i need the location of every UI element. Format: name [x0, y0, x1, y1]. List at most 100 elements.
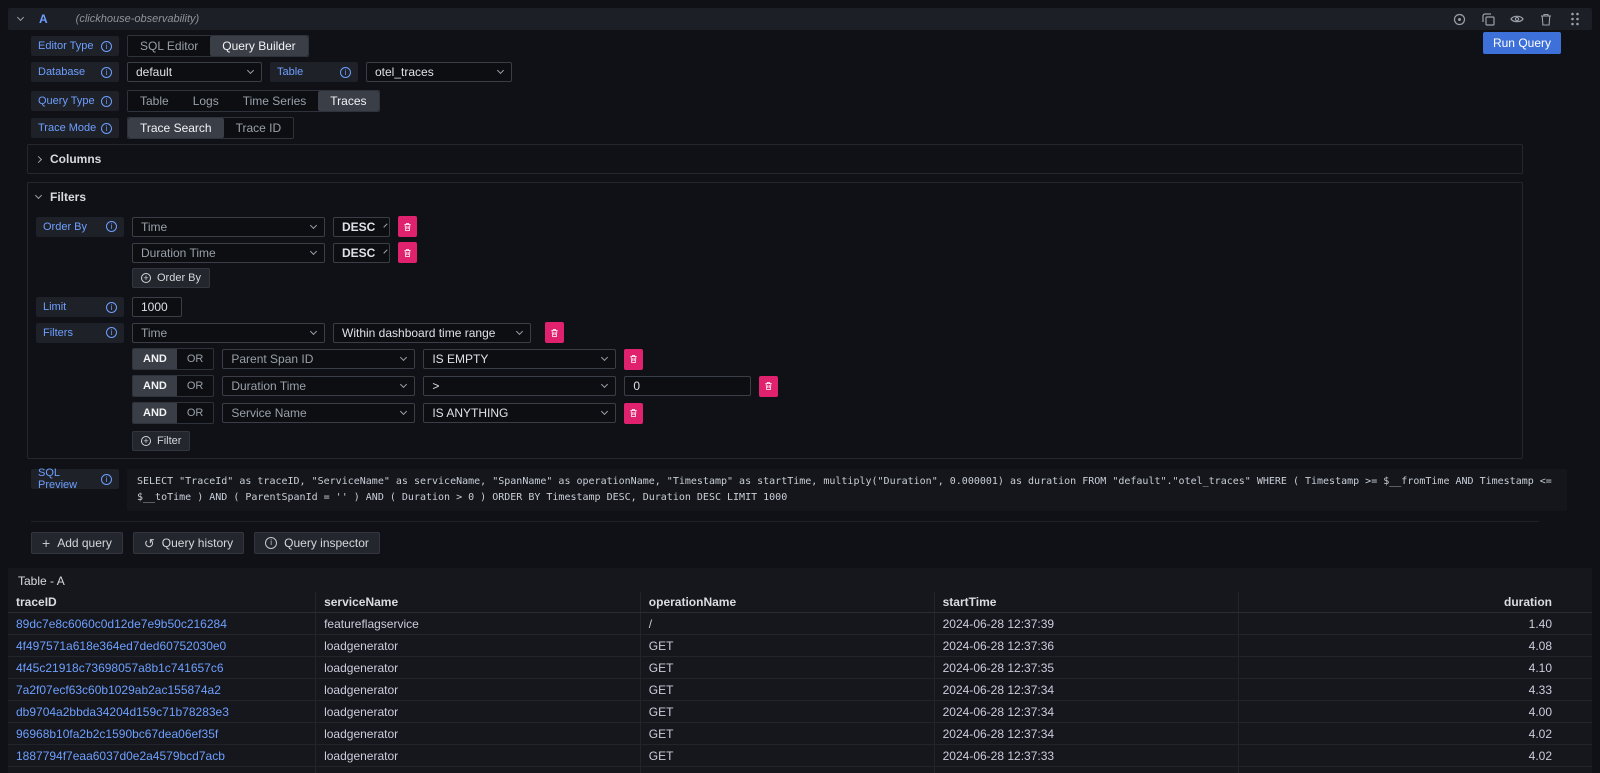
service-name-cell: loadgenerator	[316, 745, 641, 766]
chevron-down-icon	[400, 354, 407, 361]
chevron-down-icon	[601, 408, 608, 415]
table-row: 62df1ec9a29728c9e29536c20d140226 loadgen…	[8, 767, 1592, 773]
filter-operator-select[interactable]: Within dashboard time range	[333, 323, 531, 343]
query-inspector-button[interactable]: i Query inspector	[254, 532, 380, 554]
query-history-button[interactable]: ↺ Query history	[133, 532, 244, 554]
add-order-by-button[interactable]: + Order By	[132, 268, 210, 288]
duration-cell: 4.02	[1239, 745, 1592, 766]
operation-name-cell: GET	[641, 635, 935, 656]
trace-mode-trace-search[interactable]: Trace Search	[128, 118, 224, 138]
trace-mode-group: Trace Search Trace ID	[127, 117, 294, 139]
database-select[interactable]: default	[127, 62, 262, 82]
trace-mode-row: Trace Mode i Trace Search Trace ID	[31, 117, 1547, 139]
start-time-cell: 2024-06-28 12:37:34	[935, 701, 1239, 722]
query-type-table[interactable]: Table	[128, 91, 181, 111]
column-header-servicename[interactable]: serviceName	[316, 592, 641, 612]
chevron-down-icon	[400, 381, 407, 388]
duplicate-query-icon[interactable]	[1481, 12, 1495, 26]
duration-cell: 4.33	[1239, 679, 1592, 700]
trace-id-link[interactable]: 4f45c21918c73698057a8b1c741657c6	[8, 657, 316, 678]
toggle-visibility-eye-icon[interactable]	[1510, 12, 1524, 26]
query-type-time-series[interactable]: Time Series	[231, 91, 319, 111]
limit-label: Limit i	[36, 297, 124, 317]
trace-id-link[interactable]: 7a2f07ecf63c60b1029ab2ac155874a2	[8, 679, 316, 700]
filter-operator-select[interactable]: >	[423, 376, 616, 396]
table-row: 4f45c21918c73698057a8b1c741657c6 loadgen…	[8, 657, 1592, 679]
and-option[interactable]: AND	[133, 403, 177, 423]
service-name-cell: loadgenerator	[316, 635, 641, 656]
chevron-down-icon	[384, 223, 388, 227]
info-icon: i	[101, 41, 112, 52]
and-or-group: AND OR	[132, 402, 214, 424]
trace-id-link[interactable]: 4f497571a618e364ed7ded60752030e0	[8, 635, 316, 656]
query-row-actions	[1452, 12, 1582, 26]
trace-id-link[interactable]: 89dc7e8c6060c0d12de7e9b50c216284	[8, 613, 316, 634]
order-by-field-select[interactable]: Time	[132, 217, 325, 237]
remove-order-by-trash-icon[interactable]	[398, 242, 417, 263]
query-ref-id: A	[39, 12, 48, 26]
history-icon: ↺	[144, 537, 155, 550]
duration-cell: 4.00	[1239, 701, 1592, 722]
table-row: 89dc7e8c6060c0d12de7e9b50c216284 feature…	[8, 613, 1592, 635]
collapse-query-chevron-icon[interactable]	[17, 14, 24, 21]
grafana-query-page: A (clickhouse-observability)	[0, 0, 1600, 773]
editor-type-row: Editor Type i SQL Editor Query Builder	[31, 35, 1547, 57]
chevron-down-icon	[497, 67, 504, 74]
run-query-button[interactable]: Run Query	[1483, 32, 1561, 54]
table-select[interactable]: otel_traces	[366, 62, 512, 82]
or-option[interactable]: OR	[177, 376, 214, 396]
operation-name-cell: GET	[641, 657, 935, 678]
trace-id-link[interactable]: 96968b10fa2b2c1590bc67dea06ef35f	[8, 723, 316, 744]
columns-section-toggle[interactable]: Columns	[36, 150, 1514, 168]
and-option[interactable]: AND	[133, 376, 177, 396]
remove-order-by-trash-icon[interactable]	[398, 216, 417, 237]
query-type-label: Query Type i	[31, 91, 119, 111]
table-label: Table i	[270, 62, 358, 82]
remove-filter-trash-icon[interactable]	[545, 322, 564, 343]
column-header-operationname[interactable]: operationName	[641, 592, 935, 612]
filter-operator-select[interactable]: IS ANYTHING	[423, 403, 616, 423]
trace-mode-trace-id[interactable]: Trace ID	[224, 118, 294, 138]
and-or-group: AND OR	[132, 348, 214, 370]
chevron-down-icon	[601, 354, 608, 361]
filter-condition-row: AND OR Service Name IS ANYTHING	[36, 402, 1514, 424]
record-circle-icon[interactable]	[1452, 12, 1466, 26]
filter-value-input[interactable]	[624, 376, 751, 396]
filter-field-select[interactable]: Time	[132, 323, 325, 343]
query-row-header[interactable]: A (clickhouse-observability)	[8, 8, 1592, 30]
or-option[interactable]: OR	[177, 403, 214, 423]
filter-field-select[interactable]: Service Name	[222, 403, 415, 423]
filters-section-toggle[interactable]: Filters	[36, 188, 1514, 206]
filter-field-select[interactable]: Duration Time	[222, 376, 415, 396]
start-time-cell: 2024-06-28 12:37:36	[935, 635, 1239, 656]
editor-type-query-builder[interactable]: Query Builder	[210, 36, 307, 56]
query-type-logs[interactable]: Logs	[181, 91, 231, 111]
and-option[interactable]: AND	[133, 349, 177, 369]
info-icon: i	[340, 67, 351, 78]
add-query-button[interactable]: + Add query	[31, 532, 123, 554]
column-header-traceid[interactable]: traceID	[8, 592, 316, 612]
add-filter-button[interactable]: + Filter	[132, 431, 190, 451]
limit-input[interactable]	[132, 297, 182, 317]
or-option[interactable]: OR	[177, 349, 214, 369]
editor-type-sql-editor[interactable]: SQL Editor	[128, 36, 210, 56]
drag-handle-icon[interactable]	[1568, 12, 1582, 26]
remove-filter-trash-icon[interactable]	[759, 376, 778, 397]
trace-id-link[interactable]: 62df1ec9a29728c9e29536c20d140226	[8, 767, 316, 773]
filter-operator-select[interactable]: IS EMPTY	[423, 349, 616, 369]
order-by-direction-select[interactable]: DESC	[333, 217, 390, 237]
filter-field-select[interactable]: Parent Span ID	[222, 349, 415, 369]
limit-row: Limit i	[36, 297, 1514, 317]
order-by-direction-select[interactable]: DESC	[333, 243, 390, 263]
column-header-duration[interactable]: duration	[1239, 592, 1592, 612]
table-header-row: traceID serviceName operationName startT…	[8, 592, 1592, 613]
query-editor-body: Run Query Editor Type i SQL Editor Query…	[8, 30, 1592, 564]
trace-id-link[interactable]: db9704a2bbda34204d159c71b78283e3	[8, 701, 316, 722]
remove-filter-trash-icon[interactable]	[624, 349, 643, 370]
query-type-traces[interactable]: Traces	[318, 91, 378, 111]
delete-query-trash-icon[interactable]	[1539, 12, 1553, 26]
order-by-field-select[interactable]: Duration Time	[132, 243, 325, 263]
remove-filter-trash-icon[interactable]	[624, 403, 643, 424]
column-header-starttime[interactable]: startTime	[935, 592, 1239, 612]
trace-id-link[interactable]: 1887794f7eaa6037d0e2a4579bcd7acb	[8, 745, 316, 766]
